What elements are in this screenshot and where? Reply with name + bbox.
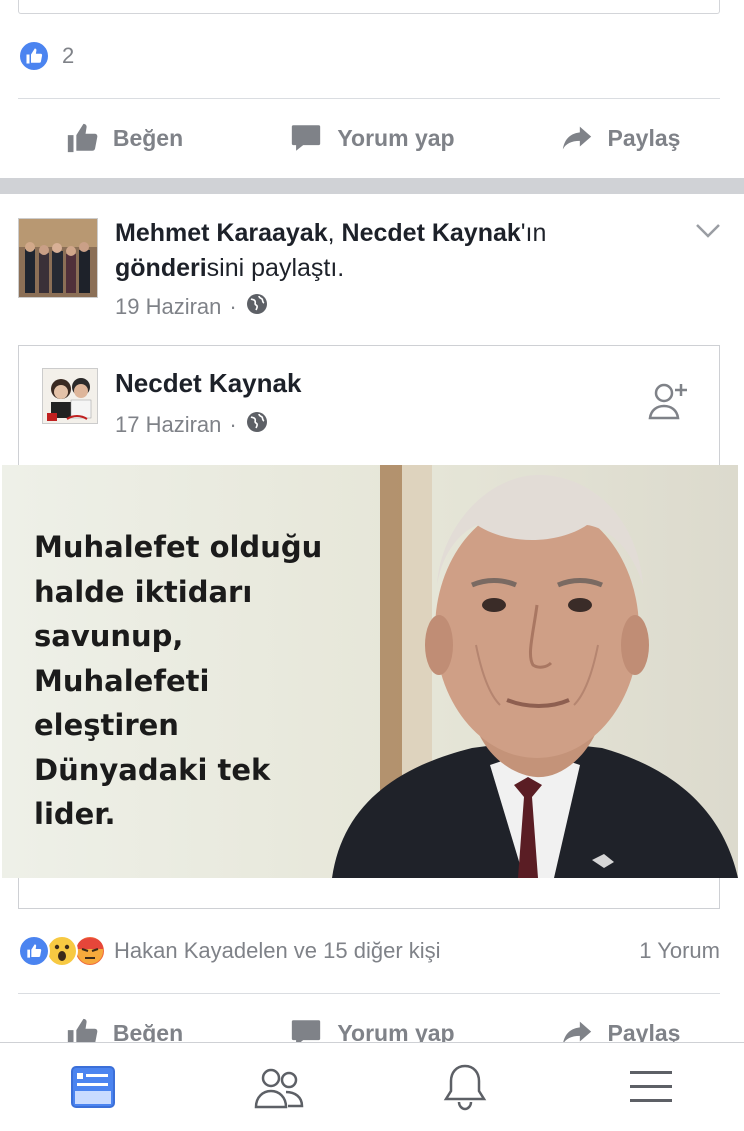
menu-icon — [630, 1071, 672, 1102]
news-feed-icon — [71, 1066, 115, 1108]
meta-dot: · — [229, 294, 237, 319]
bottom-tab-bar — [0, 1042, 744, 1131]
shared-post-meta: 19 Haziran · — [115, 292, 269, 322]
original-author-name[interactable]: Necdet Kaynak — [342, 219, 521, 247]
globe-icon — [245, 410, 269, 440]
comment-count[interactable]: 1 Yorum — [639, 938, 720, 964]
tab-news-feed[interactable] — [53, 1052, 133, 1122]
tab-menu[interactable] — [611, 1052, 691, 1122]
post-link[interactable]: gönderi — [115, 254, 207, 282]
like-icon — [18, 40, 50, 72]
title-separator: , — [327, 219, 342, 247]
share-label: Paylaş — [607, 124, 681, 151]
thumbs-up-icon — [67, 123, 98, 153]
original-author-name[interactable]: Necdet Kaynak — [115, 368, 301, 399]
share-button[interactable]: Paylaş — [496, 121, 744, 155]
comment-label: Yorum yap — [337, 124, 455, 151]
globe-icon — [245, 292, 269, 322]
shared-suffix: sini paylaştı. — [206, 254, 345, 282]
reactions-summary[interactable]: Hakan Kayadelen ve 15 diğer kişi 1 Yorum — [18, 930, 720, 972]
like-icon — [18, 935, 50, 967]
possessive-suffix: 'ın — [520, 219, 547, 247]
original-post-date[interactable]: 17 Haziran — [115, 412, 221, 438]
like-button[interactable]: Beğen — [0, 121, 248, 155]
author-photo — [43, 369, 97, 423]
comment-icon — [292, 125, 321, 151]
comment-button[interactable]: Yorum yap — [248, 121, 496, 155]
chevron-down-icon[interactable] — [695, 222, 721, 245]
feed-separator — [0, 178, 744, 194]
notifications-icon — [443, 1064, 487, 1111]
reaction-names: Hakan Kayadelen ve 15 diğer kişi — [114, 938, 441, 963]
like-count: 2 — [62, 43, 75, 68]
sharer-name[interactable]: Mehmet Karaayak — [115, 219, 328, 247]
post-image[interactable]: Muhalefet olduğu halde iktidarı savunup,… — [2, 465, 738, 878]
shared-post-title: Mehmet Karaayak, Necdet Kaynak'ın gönder… — [115, 216, 675, 286]
original-post-meta: 17 Haziran · — [115, 410, 269, 440]
previous-post-actions: Beğen Yorum yap Paylaş — [0, 98, 744, 178]
add-friend-icon[interactable] — [645, 378, 691, 429]
group-photo — [19, 219, 97, 297]
like-label: Beğen — [112, 124, 184, 151]
friends-icon — [254, 1068, 304, 1109]
tab-notifications[interactable] — [425, 1052, 505, 1122]
previous-like-summary[interactable]: 2 — [18, 38, 74, 74]
meta-dot: · — [229, 412, 237, 437]
previous-post-card — [18, 0, 720, 14]
shared-post-date[interactable]: 19 Haziran — [115, 294, 221, 320]
image-quote-text: Muhalefet olduğu halde iktidarı savunup,… — [34, 530, 323, 831]
wow-icon — [46, 935, 78, 967]
author-avatar[interactable] — [42, 368, 98, 424]
tab-friends[interactable] — [239, 1052, 319, 1122]
sharer-avatar[interactable] — [18, 218, 98, 298]
angry-icon — [74, 935, 106, 967]
share-icon — [562, 126, 591, 150]
